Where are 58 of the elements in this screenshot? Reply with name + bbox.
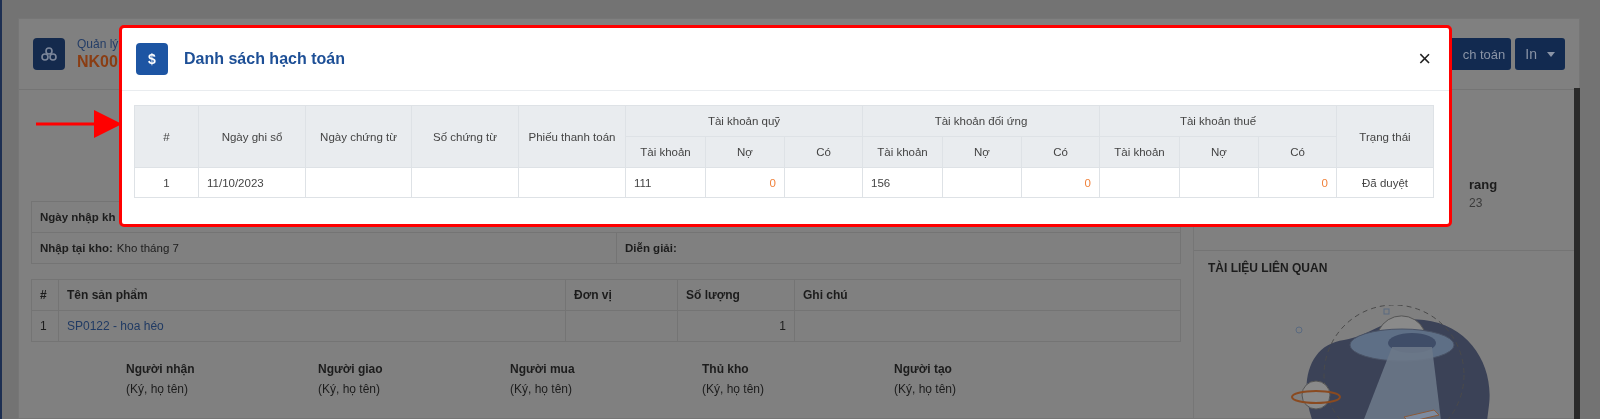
column-header: Tên sản phẩm xyxy=(58,279,566,311)
signature-hint: (Ký, họ tên) xyxy=(318,382,382,396)
product-link[interactable]: SP0122 - hoa héo xyxy=(67,319,164,333)
print-dropdown-button[interactable]: In xyxy=(1515,38,1565,70)
signature-hint: (Ký, họ tên) xyxy=(126,382,190,396)
column-header: Tài khoản xyxy=(1099,136,1180,168)
column-header: Trạng thái xyxy=(1336,105,1434,168)
section-title: TÀI LIỆU LIÊN QUAN xyxy=(1207,259,1329,277)
column-header: Số chứng từ xyxy=(411,105,519,168)
table-cell: 0 xyxy=(1021,167,1100,198)
table-cell: 1 xyxy=(31,310,59,342)
column-group-header: Tài khoản thuế xyxy=(1099,105,1337,137)
column-header: Phiếu thanh toán xyxy=(518,105,626,168)
table-cell: 1 xyxy=(677,310,795,342)
document-code: NK00 xyxy=(77,53,119,71)
field-label: Ngày nhập kh xyxy=(40,211,116,223)
column-header: Số lượng xyxy=(677,279,795,311)
date-text: 23 xyxy=(1469,196,1484,210)
column-header: Ngày chứng từ xyxy=(305,105,412,168)
signature-hint: (Ký, họ tên) xyxy=(702,382,766,396)
dollar-icon: $ xyxy=(136,43,168,75)
column-header: Ghi chú xyxy=(794,279,1181,311)
caret-icon xyxy=(1547,51,1555,57)
field-label: Nhập tại kho: xyxy=(40,242,113,254)
signature-hint: (Ký, họ tên) xyxy=(894,382,958,396)
signature-role: Người mua xyxy=(510,362,576,376)
module-name: Quản lý xyxy=(77,37,119,51)
column-header: Có xyxy=(1021,136,1100,168)
column-header: Nợ xyxy=(705,136,785,168)
table-cell: Đã duyệt xyxy=(1336,167,1434,198)
signature-hint: (Ký, họ tên) xyxy=(510,382,574,396)
status-label: rang xyxy=(1469,177,1499,192)
signature-role: Người nhận xyxy=(126,362,196,376)
signature-role: Người giao xyxy=(318,362,384,376)
column-header: Nợ xyxy=(1179,136,1259,168)
field-value: Kho tháng 7 xyxy=(116,242,179,254)
column-header: Đơn vị xyxy=(565,279,678,311)
table-cell: 1 xyxy=(134,167,199,198)
column-header: # xyxy=(31,279,59,311)
column-header: Nợ xyxy=(942,136,1022,168)
dialog-title: Danh sách hạch toán xyxy=(184,50,346,68)
table-cell: 11/10/2023 xyxy=(198,167,306,198)
table-cell: 0 xyxy=(705,167,785,198)
column-header: Tài khoản xyxy=(862,136,943,168)
column-header: Ngày ghi sổ xyxy=(198,105,306,168)
column-group-header: Tài khoản đối ứng xyxy=(862,105,1100,137)
column-group-header: Tài khoản quỹ xyxy=(625,105,863,137)
signature-role: Người tạo xyxy=(894,362,953,376)
field-label: Diễn giải: xyxy=(625,242,677,254)
table-cell: 0 xyxy=(1258,167,1337,198)
table-cell: 111 xyxy=(625,167,706,198)
column-header: Có xyxy=(1258,136,1337,168)
boxes-icon xyxy=(33,38,65,70)
column-header: # xyxy=(134,105,199,168)
column-header: Có xyxy=(784,136,863,168)
table-cell: 156 xyxy=(862,167,943,198)
signature-role: Thủ kho xyxy=(702,362,750,376)
column-header: Tài khoản xyxy=(625,136,706,168)
